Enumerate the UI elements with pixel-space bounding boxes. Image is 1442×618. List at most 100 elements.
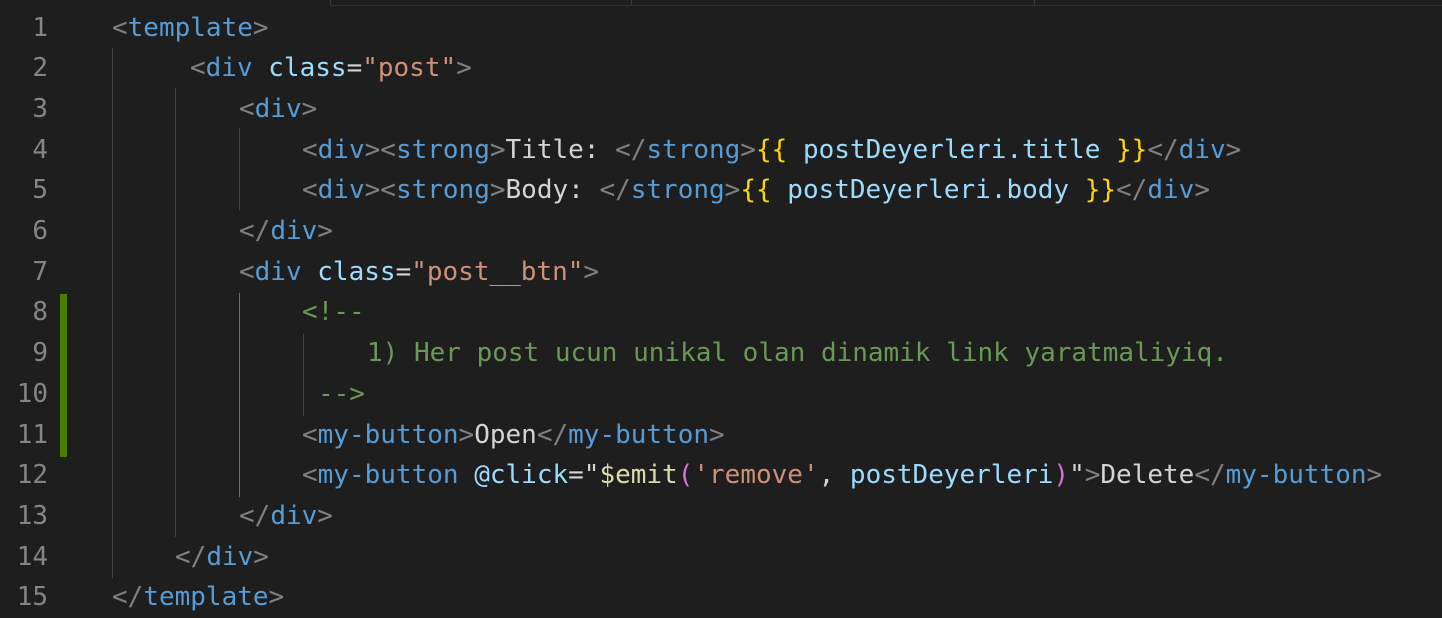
code-token: Body: — [505, 175, 600, 206]
line-number: 14 — [16, 541, 48, 572]
code-token: 1) Her post ucun unikal olan dinamik lin… — [367, 338, 1228, 369]
code-line[interactable]: 13 </div> — [0, 496, 1442, 537]
code-token: my-button — [317, 460, 459, 491]
code-line[interactable]: 15 </template> — [0, 577, 1442, 618]
code-line[interactable]: 14 </div> — [0, 537, 1442, 578]
code-token: div — [317, 175, 365, 206]
line-code[interactable]: <my-button @click="$emit('remove', postD… — [302, 455, 1382, 496]
code-token: > — [458, 419, 475, 450]
code-token: > — [317, 500, 333, 531]
line-number: 6 — [32, 216, 48, 246]
code-token: , — [818, 460, 850, 491]
code-token: Delete — [1100, 460, 1195, 491]
code-token: < — [239, 93, 255, 124]
code-token: < — [239, 256, 255, 287]
line-code[interactable]: <div> — [239, 89, 317, 130]
code-token: template — [127, 12, 253, 43]
code-token: > — [252, 12, 269, 43]
code-token: {{ — [755, 134, 788, 165]
code-token: }} — [1084, 175, 1117, 206]
code-line[interactable]: 11 <my-button>Open</my-button> — [0, 415, 1442, 456]
code-token: </ — [175, 541, 207, 572]
line-code[interactable]: <template> — [112, 8, 269, 49]
line-number: 9 — [32, 338, 48, 369]
code-line[interactable]: 1 <template> — [0, 8, 1442, 49]
code-token: div — [1178, 134, 1226, 165]
code-token: strong — [630, 175, 725, 206]
code-token: postDeyerleri — [849, 460, 1054, 491]
code-token: </ — [536, 419, 569, 450]
code-line[interactable]: 6 </div> — [0, 211, 1442, 252]
line-number: 1 — [32, 12, 48, 43]
code-line[interactable]: 8 <!-- — [0, 292, 1442, 333]
line-number: 13 — [16, 500, 48, 531]
line-number: 12 — [16, 460, 48, 491]
line-number: 15 — [16, 582, 48, 613]
code-token: div — [270, 216, 318, 246]
code-token: Title: — [505, 134, 616, 165]
code-token: </ — [599, 175, 631, 206]
line-code[interactable]: <div class="post"> — [190, 48, 472, 89]
line-number: 5 — [32, 175, 48, 206]
tab-bar-edge — [0, 0, 1442, 6]
code-token: template — [143, 582, 269, 613]
code-line[interactable]: 12 <my-button @click="$emit('remove', pos… — [0, 455, 1442, 496]
code-token: >< — [364, 134, 396, 165]
code-token: > — [1366, 460, 1383, 491]
line-code[interactable]: <div><strong>Title: </strong>{{ postDeye… — [302, 130, 1241, 171]
code-editor[interactable]: 1 <template> 2 <div class="post"> 3 <div> 4 <di… — [0, 0, 1442, 618]
line-code[interactable]: </div> — [239, 211, 333, 252]
code-token: < — [302, 134, 318, 165]
code-token: {{ — [740, 175, 772, 206]
code-token: </ — [1194, 460, 1226, 491]
code-token: </ — [239, 500, 271, 531]
line-code[interactable]: </template> — [112, 577, 284, 618]
code-token: > — [489, 134, 506, 165]
line-code[interactable]: <!-- — [302, 292, 365, 333]
code-line[interactable]: 5 <div><strong>Body: </strong>{{ postDeye… — [0, 170, 1442, 211]
code-token: postDeyerleri.body — [771, 175, 1085, 206]
line-code[interactable]: </div> — [239, 496, 333, 537]
code-token: my-button — [568, 419, 710, 450]
line-code[interactable]: --> — [318, 374, 365, 415]
code-token: }} — [1116, 134, 1148, 165]
code-token: Open — [474, 419, 537, 450]
code-token: --> — [318, 378, 365, 409]
code-token: </ — [112, 582, 144, 613]
line-code[interactable]: <div class="post__btn"> — [239, 252, 599, 293]
code-token: 'remove' — [693, 460, 819, 491]
code-token: =" — [568, 460, 600, 491]
code-line[interactable]: 2 <div class="post"> — [0, 48, 1442, 89]
code-token: > — [740, 134, 756, 165]
code-token: div — [254, 256, 302, 287]
code-token: " — [1069, 460, 1085, 491]
code-token: "post__btn" — [411, 256, 584, 287]
code-token: my-button — [317, 419, 459, 450]
code-line[interactable]: 7 <div class="post__btn"> — [0, 252, 1442, 293]
code-token: postDeyerleri.title — [787, 134, 1117, 165]
code-token: < — [302, 175, 318, 206]
code-line[interactable]: 3 <div> — [0, 89, 1442, 130]
line-code[interactable]: <div><strong>Body: </strong>{{ postDeyer… — [302, 170, 1210, 211]
code-token: > — [1084, 460, 1101, 491]
code-line[interactable]: 10 --> — [0, 374, 1442, 415]
code-token: div — [317, 134, 365, 165]
code-token: > — [456, 53, 472, 84]
line-number: 3 — [32, 93, 48, 124]
code-token: <!-- — [302, 297, 365, 328]
code-token: class — [317, 256, 396, 287]
code-line[interactable]: 4 <div><strong>Title: </strong>{{ postDey… — [0, 130, 1442, 171]
code-token: div — [206, 541, 254, 572]
code-token: strong — [395, 175, 490, 206]
line-code[interactable]: 1) Her post ucun unikal olan dinamik lin… — [367, 333, 1228, 374]
code-token: < — [302, 419, 318, 450]
code-token: strong — [646, 134, 741, 165]
line-code[interactable]: </div> — [175, 537, 269, 578]
code-line[interactable]: 9 1) Her post ucun unikal olan dinamik li… — [0, 333, 1442, 374]
code-token: > — [1225, 134, 1242, 165]
code-token: > — [317, 216, 333, 246]
line-code[interactable]: <my-button>Open</my-button> — [302, 415, 725, 456]
